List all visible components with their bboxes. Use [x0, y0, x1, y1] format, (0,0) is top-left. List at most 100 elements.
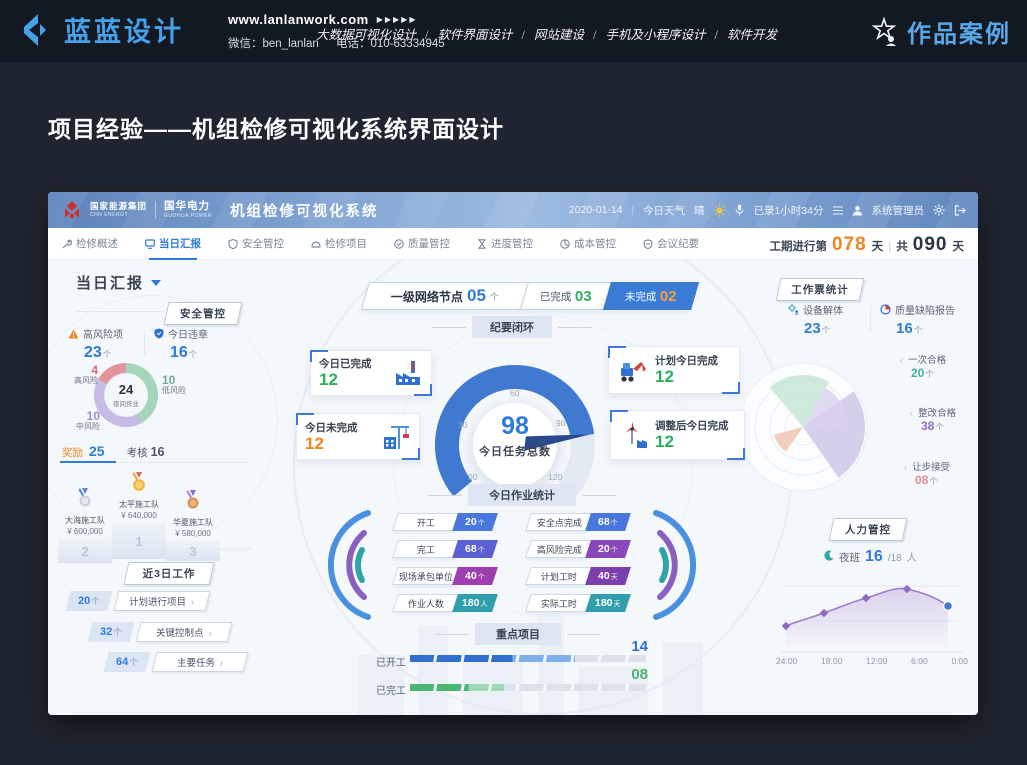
brand-group-cn: 国家能源集团 [90, 202, 147, 211]
list-icon[interactable] [833, 206, 843, 215]
period-current-days: 078 [832, 234, 867, 256]
left-panel-title-text: 当日汇报 [76, 272, 144, 293]
period-separator: | [888, 239, 891, 253]
podium-rank: 3 [166, 541, 220, 561]
silver-medal-icon [78, 495, 92, 512]
night-shift-total: /18 [888, 553, 902, 564]
gauge-tick-90: 90 [556, 418, 565, 428]
x-tick: 18:00 [821, 656, 842, 666]
recent-item-1[interactable]: 计划进行项目 [114, 591, 211, 611]
assess-label[interactable]: 考核 [127, 445, 148, 460]
warning-triangle-icon [68, 329, 79, 339]
bronze-medal-icon [186, 497, 200, 514]
tab-label: 会议纪要 [657, 236, 699, 251]
excavator-icon [617, 356, 649, 384]
reward-label[interactable]: 奖励 [62, 445, 83, 460]
brand-company: 国华电力 GUOHUA POWER [164, 201, 212, 219]
tab-label: 检修概述 [76, 236, 118, 251]
shield-icon [228, 239, 238, 249]
tab-label: 检修项目 [325, 236, 367, 251]
donut-center-label: 24 夜间作业 [94, 363, 158, 427]
username[interactable]: 系统管理员 [872, 203, 925, 218]
microphone-icon[interactable] [735, 204, 744, 216]
kp-started-value: 14 [604, 638, 648, 655]
defect-report-value: 16 [896, 320, 913, 337]
services-list: 大数据可视化设计 软件界面设计 网站建设 手机及小程序设计 软件开发 [316, 24, 777, 43]
cases-button[interactable]: 作品案例 [869, 14, 1011, 49]
manpower-line-chart [776, 568, 968, 665]
recent-work-tag: 近3日工作 [124, 562, 215, 585]
star-person-icon [869, 17, 899, 47]
url-arrows-icon: ▶▶▶▶▶ [377, 15, 418, 24]
record-duration: 已录1小时34分 [753, 203, 823, 218]
quality-rectified: 整改合格 38个 [910, 408, 956, 434]
pill-contractors: 现场承包单位 40个 [395, 567, 495, 585]
card-adjusted-today: 调整后今日完成 12 [610, 410, 745, 460]
right-stat-divider [870, 306, 871, 332]
defect-report-label: 质量缺陷报告 [895, 302, 955, 317]
recent-item-3[interactable]: 主要任务 [152, 652, 249, 672]
tab-minutes[interactable]: 会议纪要 [643, 228, 699, 260]
card-planned-today: 计划今日完成 12 [608, 346, 740, 394]
pie-chart-icon [880, 304, 891, 315]
donut-callout-high: 4 高风险 [58, 364, 98, 386]
header-separator: | [632, 205, 634, 215]
tab-progress[interactable]: 进度管控 [477, 228, 533, 260]
tab-quality[interactable]: 质量管控 [394, 228, 450, 260]
reward-value: 25 [89, 443, 105, 459]
period-unit: 天 [872, 238, 884, 254]
podium-rank: 1 [112, 523, 166, 559]
brand-company-en: GUOHUA POWER [164, 214, 212, 219]
page-title: 项目经验——机组检修可视化系统界面设计 [48, 110, 504, 144]
kp-finished-label: 已完工 [376, 682, 406, 697]
site-logo[interactable]: 蓝蓝设计 [16, 10, 184, 49]
card-undone-today: 今日未完成 12 [296, 413, 420, 460]
high-risk-label: 高风险项 [83, 326, 123, 341]
night-shift-unit: 人 [907, 549, 917, 564]
left-arc-decoration [306, 505, 376, 630]
wrench-icon [62, 239, 72, 249]
pill-workers: 作业人数 180人 [395, 594, 495, 612]
logout-icon[interactable] [954, 205, 966, 216]
monitor-icon [145, 239, 155, 249]
tab-safety[interactable]: 安全管控 [228, 228, 284, 260]
podium-third: 华夏施工队 ¥ 580,000 3 [166, 490, 220, 561]
user-icon [852, 205, 863, 216]
service-item: 大数据可视化设计 [316, 24, 416, 43]
key-projects-chip: 重点项目 [475, 623, 561, 645]
tab-cost[interactable]: 成本管控 [560, 228, 616, 260]
service-item: 软件开发 [706, 24, 778, 43]
gear-person-icon [788, 304, 799, 315]
manpower-tag: 人力管控 [829, 518, 908, 541]
period-prefix: 工期进行第 [769, 238, 827, 254]
banner-done: 已完成 03 [520, 282, 612, 310]
tab-projects[interactable]: 检修项目 [311, 228, 367, 260]
system-title: 机组检修可视化系统 [230, 200, 379, 221]
violation-value: 16 [170, 344, 188, 361]
factory-icon [393, 359, 423, 387]
night-shift-stat: 夜班 16 /18 人 [823, 548, 917, 566]
wind-turbine-icon [619, 420, 649, 450]
check-badge-icon [394, 239, 404, 249]
violation-stat: 今日违章 16个 [154, 326, 208, 362]
tab-overview[interactable]: 检修概述 [62, 228, 118, 260]
kp-started-bar [410, 655, 646, 662]
night-shift-label: 夜班 [839, 550, 860, 565]
pie-icon [560, 239, 570, 249]
x-tick: 0:00 [951, 656, 968, 666]
tab-label: 成本管控 [574, 236, 616, 251]
tab-label: 当日汇报 [159, 236, 201, 251]
caret-down-icon [151, 280, 161, 286]
recent-item-2[interactable]: 关键控制点 [136, 622, 233, 642]
left-panel-title[interactable]: 当日汇报 [76, 272, 161, 293]
gear-icon[interactable] [933, 204, 945, 216]
tab-label: 安全管控 [242, 236, 284, 251]
service-item: 手机及小程序设计 [584, 24, 706, 43]
service-item: 网站建设 [513, 24, 585, 43]
tab-daily-report[interactable]: 当日汇报 [145, 228, 201, 260]
task-gauge-chart [425, 355, 605, 533]
banner-undone: 未完成 02 [603, 282, 699, 310]
banner-nodes: 一级网络节点 05 个 [361, 282, 529, 310]
quality-rose-chart [743, 352, 893, 502]
header-date: 2020-01-14 [569, 204, 623, 216]
